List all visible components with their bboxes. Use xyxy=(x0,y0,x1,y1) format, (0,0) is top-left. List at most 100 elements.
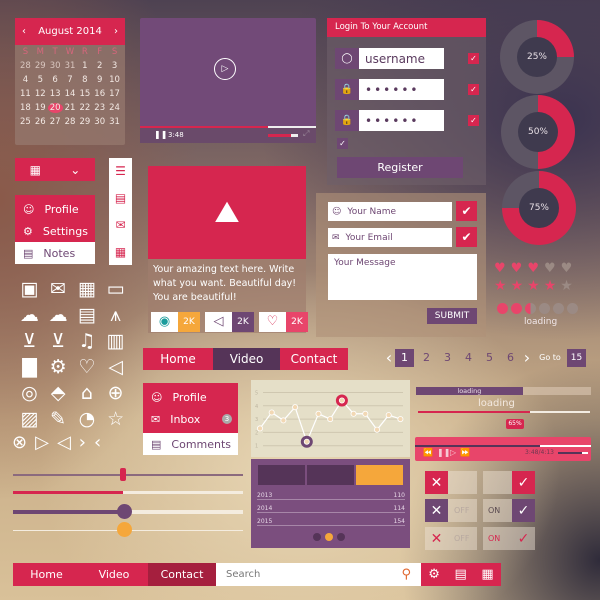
stat-badge[interactable]: ♡ 2K xyxy=(259,312,308,332)
star-icon[interactable]: ★ xyxy=(544,278,561,294)
calendar-icon[interactable]: ▦ xyxy=(115,245,126,259)
calendar-day[interactable]: 29 xyxy=(33,61,48,71)
heart-icon[interactable]: ♥ xyxy=(494,261,511,276)
data-point[interactable] xyxy=(327,416,334,423)
chevron-left-icon[interactable]: ‹ xyxy=(383,348,395,367)
calendar-day[interactable]: 13 xyxy=(48,89,63,99)
tab-video[interactable]: Video xyxy=(213,348,280,370)
data-point[interactable] xyxy=(385,412,392,419)
play-icon[interactable]: ▷ xyxy=(214,58,236,80)
video-seekbar[interactable] xyxy=(140,126,316,128)
username-check[interactable]: ✓ xyxy=(468,53,479,64)
calendar-day[interactable]: 6 xyxy=(48,75,63,85)
message-textarea[interactable]: Your Message xyxy=(328,254,477,300)
toggle-on-flat[interactable]: ON ✓ xyxy=(483,527,535,550)
data-point[interactable] xyxy=(292,404,299,411)
tab-contact[interactable]: Contact xyxy=(280,348,348,370)
tab-block-active[interactable] xyxy=(356,465,403,485)
calendar-day[interactable]: 9 xyxy=(92,75,107,85)
forward-icon[interactable]: ⏩ xyxy=(460,448,470,457)
calendar-day-selected[interactable]: 20 xyxy=(47,103,63,113)
menu-item-settings[interactable]: ⚙ Settings xyxy=(15,220,95,242)
slider-purple[interactable] xyxy=(13,504,243,519)
slider-thin[interactable] xyxy=(13,468,243,481)
document-icon[interactable]: ▤ xyxy=(115,191,126,205)
calendar-day[interactable]: 25 xyxy=(18,117,33,127)
data-point[interactable] xyxy=(268,409,275,416)
password-check[interactable]: ✓ xyxy=(468,84,479,95)
calendar-day[interactable]: 14 xyxy=(63,89,78,99)
pause-icon[interactable]: ❚❚ xyxy=(437,448,450,457)
slider-handle[interactable] xyxy=(117,504,132,519)
calendar-day[interactable]: 8 xyxy=(77,75,92,85)
calendar-day[interactable]: 23 xyxy=(92,103,107,113)
username-input[interactable]: username xyxy=(359,48,444,69)
star-icon[interactable]: ★ xyxy=(527,278,544,294)
calendar-day[interactable]: 18 xyxy=(18,103,33,113)
toggle-off-flat[interactable]: ✕ OFF xyxy=(425,527,477,550)
chevron-right-icon[interactable]: › xyxy=(79,432,86,453)
page-2[interactable]: 2 xyxy=(416,351,437,364)
heart-icon[interactable]: ♥ xyxy=(511,261,528,276)
calendar-day[interactable]: 4 xyxy=(18,75,33,85)
nav-home[interactable]: Home xyxy=(13,563,80,586)
data-point[interactable] xyxy=(374,426,381,433)
calendar-day[interactable]: 30 xyxy=(92,117,107,127)
data-point[interactable] xyxy=(338,397,345,404)
page-4[interactable]: 4 xyxy=(458,351,479,364)
data-point[interactable] xyxy=(303,438,310,445)
confirm-password-input[interactable]: •••••• xyxy=(359,110,444,131)
chevron-left-icon[interactable]: ‹ xyxy=(22,26,26,37)
data-point[interactable] xyxy=(350,410,357,417)
gear-icon[interactable]: ⚙ xyxy=(428,567,440,582)
calendar-day[interactable]: 21 xyxy=(63,103,78,113)
chevron-right-circle-icon[interactable]: ▷ xyxy=(35,432,49,453)
tab-block[interactable] xyxy=(258,465,305,485)
nav-contact[interactable]: Contact xyxy=(148,563,216,586)
data-point[interactable] xyxy=(315,410,322,417)
audio-seekbar[interactable] xyxy=(415,445,591,447)
tab-block[interactable] xyxy=(307,465,354,485)
password-input[interactable]: •••••• xyxy=(359,79,444,100)
calendar-day[interactable]: 27 xyxy=(48,117,63,127)
chevron-left-icon[interactable]: ‹ xyxy=(94,432,101,453)
calendar-day[interactable]: 7 xyxy=(63,75,78,85)
chevron-right-icon[interactable]: › xyxy=(521,348,533,367)
slider-handle[interactable] xyxy=(120,468,126,481)
chevron-left-circle-icon[interactable]: ◁ xyxy=(57,432,71,453)
goto-input[interactable]: 15 xyxy=(567,348,586,367)
toggle-x[interactable]: ✕ xyxy=(425,471,477,494)
close-circle-icon[interactable]: ⊗ xyxy=(12,432,27,453)
star-icon[interactable]: ★ xyxy=(560,278,577,294)
search-icon[interactable]: ⚲ xyxy=(401,567,411,582)
sliders-icon[interactable]: ☰ xyxy=(115,164,126,178)
tab-home[interactable]: Home xyxy=(143,348,213,370)
menu-item-profile[interactable]: ☺ Profile xyxy=(15,198,95,220)
page-5[interactable]: 5 xyxy=(479,351,500,364)
heart-icon[interactable]: ♥ xyxy=(544,261,561,276)
calendar-day[interactable]: 28 xyxy=(18,61,33,71)
calendar-day[interactable]: 11 xyxy=(18,89,33,99)
register-button[interactable]: Register xyxy=(337,157,463,178)
star-icon[interactable]: ★ xyxy=(494,278,511,294)
heart-icon[interactable]: ♥ xyxy=(527,261,544,276)
chevron-right-icon[interactable]: › xyxy=(114,26,118,37)
comment-icon[interactable]: ▤ xyxy=(455,567,467,582)
star-icon[interactable]: ★ xyxy=(511,278,528,294)
calendar-day[interactable]: 24 xyxy=(107,103,122,113)
submit-button[interactable]: SUBMIT xyxy=(427,308,477,324)
data-point[interactable] xyxy=(397,416,404,423)
confirm-check[interactable]: ✓ xyxy=(468,115,479,126)
calendar-day[interactable]: 12 xyxy=(33,89,48,99)
rewind-icon[interactable]: ⏪ xyxy=(423,448,433,457)
slider-fill[interactable] xyxy=(13,491,243,494)
calendar-day[interactable]: 3 xyxy=(107,61,122,71)
calendar-day[interactable]: 1 xyxy=(77,61,92,71)
calendar-day[interactable]: 22 xyxy=(77,103,92,113)
email-input[interactable]: ✉ Your Email xyxy=(328,228,452,247)
calendar-day[interactable]: 30 xyxy=(48,61,63,71)
heart-icon[interactable]: ♥ xyxy=(561,261,578,276)
stat-badge[interactable]: ◁ 2K xyxy=(205,312,254,332)
carousel-dots[interactable] xyxy=(313,533,345,541)
data-point[interactable] xyxy=(362,410,369,417)
